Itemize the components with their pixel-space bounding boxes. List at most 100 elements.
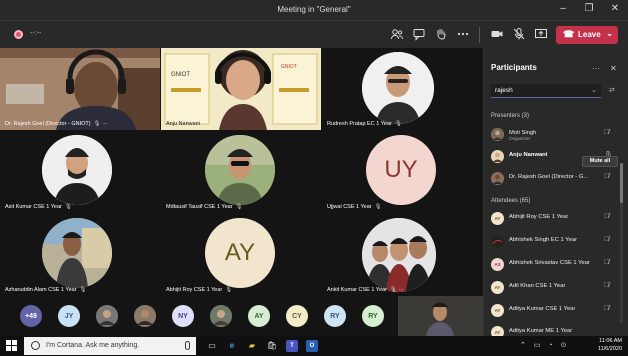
video-tile[interactable]: Ankit Kumar CSE 1 Year 🎙 ···	[322, 214, 483, 296]
cortana-search-box[interactable]: I'm Cortana. Ask me anything.	[24, 337, 196, 355]
participant-avatar	[42, 135, 112, 205]
cortana-icon	[31, 341, 40, 350]
strip-avatar[interactable]	[96, 305, 118, 327]
participant-row[interactable]: AY Aditya Kumar ME 1 Year	[484, 322, 624, 336]
file-explorer-icon[interactable]: ▰	[246, 340, 258, 352]
participant-name: Anju Nanwani	[166, 121, 200, 127]
strip-avatar[interactable]: RY	[324, 305, 346, 327]
mic-off-icon[interactable]: 🎙̸	[604, 305, 609, 312]
chat-icon[interactable]	[411, 27, 427, 43]
svg-text:GNIOT: GNIOT	[171, 72, 190, 78]
participant-row[interactable]: AY Abhijit Roy CSE 1 Year 🎙̸	[484, 208, 624, 230]
share-screen-icon[interactable]	[533, 27, 549, 43]
camera-icon[interactable]	[489, 27, 505, 43]
close-panel-icon[interactable]: ✕	[610, 64, 617, 73]
mic-icon: 🎙	[235, 204, 243, 210]
teams-icon[interactable]: T	[286, 340, 298, 352]
microphone-icon[interactable]	[185, 341, 190, 350]
task-view-icon[interactable]: ▭	[206, 340, 218, 352]
video-grid: Dr. Rajesh Goel (Director - GNIOT) 🎙 ··· …	[0, 48, 483, 296]
mic-off-icon[interactable]: 🎙̸	[604, 259, 609, 266]
chevron-down-icon[interactable]: ⌄	[606, 29, 613, 38]
outlook-icon[interactable]: O	[306, 340, 318, 352]
raise-hand-icon[interactable]	[433, 27, 449, 43]
window-title-bar: Meeting in "General" – ❐ ✕	[0, 0, 628, 20]
store-icon[interactable]: 🛍	[266, 340, 278, 352]
participant-avatar	[362, 218, 436, 292]
video-tile[interactable]: Dr. Rajesh Goel (Director - GNIOT) 🎙 ···	[0, 48, 160, 130]
more-icon[interactable]: ···	[102, 121, 108, 127]
participant-video	[0, 48, 160, 130]
presenters-header[interactable]: Presenters (3)	[491, 113, 529, 119]
video-tile[interactable]: Rudresh Pratap EC 1 Year 🎙	[322, 48, 483, 130]
mic-icon: 🎙	[389, 287, 397, 293]
close-button[interactable]: ✕	[608, 3, 622, 15]
participant-initials-avatar: AY	[491, 304, 504, 317]
participant-name: Mdtausif Tausif CSE 1 Year	[166, 204, 233, 210]
participants-panel: Participants ··· ✕ rajesh ⌄ ⇄ Presenters…	[483, 48, 628, 336]
strip-avatar[interactable]: JY	[58, 305, 80, 327]
video-tile[interactable]: Azharuddin Alam CSE 1 Year 🎙	[0, 214, 160, 296]
participant-row[interactable]: AY Aditya Kumar CSE 1 Year 🎙̸	[484, 300, 624, 322]
more-icon[interactable]: ···	[398, 287, 404, 293]
participant-avatar	[491, 150, 504, 163]
mic-off-icon[interactable]: 🎙̸	[604, 173, 609, 180]
video-tile[interactable]: Mdtausif Tausif CSE 1 Year 🎙	[161, 131, 321, 213]
svg-text:GNIOT: GNIOT	[281, 64, 297, 70]
participant-row[interactable]: Moti Singh Organizer 🎙̸	[484, 124, 624, 146]
participant-row[interactable]: Abhishek Singh EC 1 Year 🎙̸	[484, 231, 624, 253]
windows-start-icon[interactable]	[6, 340, 17, 351]
leave-button[interactable]: ☎ Leave ⌄	[556, 26, 618, 44]
attendees-header[interactable]: Attendees (65)	[491, 198, 530, 204]
meeting-toolbar: --:-- ☎ Leave ⌄	[0, 20, 628, 48]
participant-name: Ujjwal CSE 1 Year	[327, 204, 372, 210]
participant-initials-avatar: AY	[205, 218, 275, 288]
strip-avatar[interactable]: CY	[286, 305, 308, 327]
strip-avatar[interactable]	[210, 305, 232, 327]
mic-off-icon[interactable]: 🎙̸	[604, 213, 609, 220]
participant-initials-avatar: AY	[491, 281, 504, 294]
maximize-button[interactable]: ❐	[582, 3, 596, 15]
video-tile[interactable]: UY Ujjwal CSE 1 Year 🎙	[322, 131, 483, 213]
mic-icon: 🎙	[64, 204, 72, 210]
more-participants-button[interactable]: +49	[20, 305, 42, 327]
minimize-button[interactable]: –	[556, 3, 570, 15]
participant-row[interactable]: AY Adil Khan CSE 1 Year 🎙̸	[484, 277, 624, 299]
strip-avatar[interactable]: RY	[362, 305, 384, 327]
video-tile[interactable]: AY Abhijit Roy CSE 1 Year 🎙	[161, 214, 321, 296]
participant-row[interactable]: AS Abhishek Srivastav CSE 1 Year 🎙̸	[484, 254, 624, 276]
self-preview[interactable]	[398, 296, 483, 336]
participant-avatar	[362, 52, 434, 124]
panel-scrollbar[interactable]	[620, 163, 623, 323]
windows-taskbar: I'm Cortana. Ask me anything. ▭ e ▰ 🛍 T …	[0, 336, 628, 356]
mic-icon: 🎙	[374, 204, 382, 210]
strip-avatar[interactable]: NY	[172, 305, 194, 327]
mic-icon: 🎙	[225, 287, 233, 293]
mic-off-icon[interactable]: 🎙̸	[604, 129, 609, 136]
video-tile[interactable]: Asit Kumar CSE 1 Year 🎙	[0, 131, 160, 213]
participant-row[interactable]: Dr. Rajesh Goel (Director - G... 🎙̸	[484, 168, 624, 190]
system-clock[interactable]: 11:06 AM 11/6/2020	[598, 338, 622, 353]
more-icon[interactable]: ···	[592, 64, 600, 73]
strip-avatar[interactable]: AY	[248, 305, 270, 327]
mute-all-button[interactable]: Mute all	[582, 156, 618, 167]
window-title: Meeting in "General"	[277, 5, 351, 14]
meeting-timer: --:--	[30, 30, 42, 37]
mic-off-icon[interactable]	[511, 27, 527, 43]
mic-icon: 🎙	[394, 121, 402, 127]
mic-off-icon[interactable]: 🎙̸	[604, 236, 609, 243]
video-tile[interactable]: GNIOT GNIOT Anju Nanwani	[161, 48, 321, 130]
participant-avatar	[42, 218, 112, 288]
participants-icon[interactable]	[389, 27, 405, 43]
participant-name: Rudresh Pratap EC 1 Year	[327, 121, 392, 127]
system-tray-icons[interactable]: ⌃ ▭ ◔ ⊙	[520, 341, 569, 349]
mic-off-icon[interactable]: 🎙̸	[604, 282, 609, 289]
strip-avatar[interactable]	[134, 305, 156, 327]
edge-icon[interactable]: e	[226, 340, 238, 352]
more-options-icon[interactable]	[455, 27, 471, 43]
participant-avatar	[491, 128, 504, 141]
share-invite-icon[interactable]: ⇄	[609, 86, 615, 94]
phone-hangup-icon: ☎	[563, 29, 575, 39]
mic-icon: 🎙	[93, 121, 101, 127]
participant-search-input[interactable]: rajesh ⌄	[491, 84, 601, 98]
